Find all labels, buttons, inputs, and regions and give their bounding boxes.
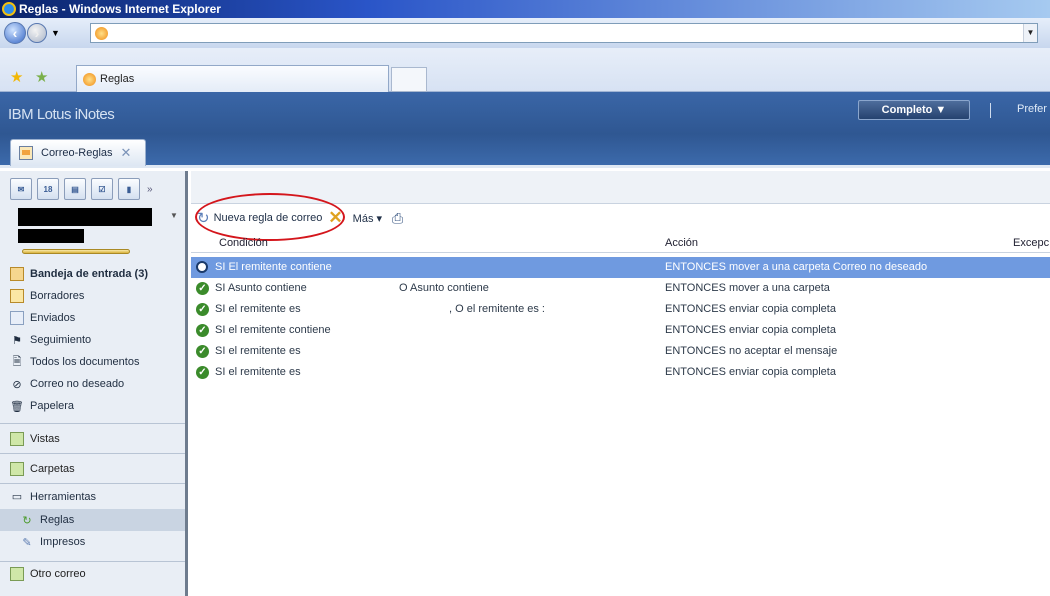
flag-icon: ⚑	[12, 334, 22, 347]
sidebar-item-followup[interactable]: ⚑ Seguimiento	[0, 329, 185, 351]
folders-icon	[10, 461, 24, 476]
window-titlebar: Reglas - Windows Internet Explorer	[0, 0, 1050, 18]
folder-list: Bandeja de entrada (3) Borradores Enviad…	[0, 263, 185, 585]
contacts-app-icon[interactable]: ▤	[64, 178, 86, 200]
sidebar-section-other-mail[interactable]: Otro correo	[0, 561, 185, 585]
sidebar-item-junk[interactable]: ⊘ Correo no deseado	[0, 373, 185, 395]
column-condition[interactable]: Condición	[219, 237, 268, 249]
header-divider	[990, 103, 991, 118]
column-exception[interactable]: Excepc	[1013, 237, 1049, 249]
recent-pages-dropdown-icon[interactable]: ▼	[51, 28, 60, 38]
mode-selector-button[interactable]: Completo ▼	[858, 100, 970, 120]
junk-icon: ⊘	[12, 378, 22, 391]
redacted-name	[18, 229, 84, 243]
delete-icon: ✕	[328, 208, 343, 227]
other-mail-icon	[10, 566, 24, 581]
address-bar: ‹ › ▼ ▼	[0, 18, 1050, 48]
url-input[interactable]: ▼	[90, 23, 1038, 43]
sidebar-item-rules[interactable]: ↻ Reglas	[0, 509, 185, 531]
page-favicon-icon	[95, 27, 108, 40]
close-icon[interactable]: ✕	[121, 145, 132, 161]
tools-icon: ▭	[11, 491, 23, 503]
stationery-icon: ✎	[22, 536, 32, 549]
rules-icon: ↻	[22, 514, 32, 527]
sidebar-section-views[interactable]: Vistas	[0, 423, 185, 453]
column-action[interactable]: Acción	[665, 237, 698, 249]
table-row[interactable]: ✓ SI el remitente contiene ENTONCES envi…	[191, 320, 1050, 341]
notebook-app-icon[interactable]: ▮	[118, 178, 140, 200]
sidebar-item-all-documents[interactable]: 🗎 Todos los documentos	[0, 351, 185, 373]
window-title: Reglas - Windows Internet Explorer	[19, 2, 221, 16]
more-actions-button[interactable]: Más ▾	[353, 212, 382, 225]
ie-logo-icon	[2, 2, 16, 16]
table-row[interactable]: ✓ SI Asunto contiene O Asunto contiene E…	[191, 278, 1050, 299]
sent-icon	[10, 311, 24, 325]
forward-button[interactable]: ›	[27, 23, 47, 43]
browser-tab[interactable]: Reglas	[76, 65, 389, 92]
sidebar-section-folders[interactable]: Carpetas	[0, 453, 185, 483]
sidebar-item-inbox[interactable]: Bandeja de entrada (3)	[0, 263, 185, 285]
todo-app-icon[interactable]: ☑	[91, 178, 113, 200]
add-favorites-icon[interactable]: ★	[35, 68, 48, 86]
enabled-check-icon[interactable]: ✓	[196, 366, 209, 379]
delete-rule-button[interactable]: ✕	[328, 208, 346, 228]
trash-icon: 🗑	[10, 400, 24, 413]
new-rule-button[interactable]: ↻ Nueva regla de correo	[197, 209, 322, 227]
sidebar-item-stationery[interactable]: ✎ Impresos	[0, 531, 185, 553]
drafts-icon	[10, 289, 24, 303]
sidebar-item-drafts[interactable]: Borradores	[0, 285, 185, 307]
more-apps-icon[interactable]: »	[147, 184, 153, 195]
tab-favicon-icon	[83, 72, 96, 86]
mail-app-icon[interactable]: ✉	[10, 178, 32, 200]
new-tab-button[interactable]	[391, 67, 427, 92]
table-row[interactable]: ✓ SI el remitente es ENTONCES no aceptar…	[191, 341, 1050, 362]
views-icon	[10, 431, 24, 446]
preferences-link[interactable]: Prefer	[1017, 103, 1047, 115]
app-tab-strip: Correo-Reglas ✕	[0, 134, 1050, 168]
back-button[interactable]: ‹	[4, 22, 26, 44]
url-dropdown-icon[interactable]: ▼	[1023, 24, 1037, 42]
table-row[interactable]: ✓ SI el remitente es , O el remitente es…	[191, 299, 1050, 320]
favorites-star-icon[interactable]: ★	[10, 68, 23, 86]
radio-selected-icon[interactable]	[196, 261, 208, 273]
calendar-app-icon[interactable]: 18	[37, 178, 59, 200]
enabled-check-icon[interactable]: ✓	[196, 282, 209, 295]
enabled-check-icon[interactable]: ✓	[196, 324, 209, 337]
mail-icon	[19, 146, 33, 160]
sidebar-section-tools[interactable]: ▭ Herramientas	[0, 483, 185, 509]
rules-table-header: Condición Acción Excepc	[191, 233, 1050, 253]
all-documents-icon: 🗎	[12, 355, 22, 368]
browser-tab-bar: ★ ★ Reglas	[0, 48, 1050, 92]
view-header	[191, 171, 1050, 204]
sidebar-item-trash[interactable]: 🗑 Papelera	[0, 395, 185, 417]
table-row[interactable]: SI El remitente contiene ENTONCES mover …	[191, 257, 1050, 278]
enabled-check-icon[interactable]: ✓	[196, 303, 209, 316]
app-header: IBM Lotus iNotes Completo ▼ Prefer	[0, 92, 1050, 134]
enabled-check-icon[interactable]: ✓	[196, 345, 209, 358]
inbox-icon	[10, 267, 24, 281]
tab-label: Correo-Reglas	[41, 147, 113, 159]
quota-bar	[22, 249, 130, 254]
brand-logo: IBM Lotus iNotes	[8, 106, 115, 123]
sidebar-item-sent[interactable]: Enviados	[0, 307, 185, 329]
rules-view: ↻ Nueva regla de correo ✕ Más ▾ ⎙ Condic…	[191, 171, 1050, 596]
new-rule-icon: ↻	[197, 210, 210, 227]
printer-icon: ⎙	[392, 209, 404, 226]
browser-tab-label: Reglas	[100, 73, 135, 85]
sidebar: ✉ 18 ▤ ☑ ▮ » ▼ Bandeja de entrada (3) Bo…	[0, 171, 188, 596]
table-row[interactable]: ✓ SI el remitente es ENTONCES enviar cop…	[191, 362, 1050, 383]
tab-correo-reglas[interactable]: Correo-Reglas ✕	[10, 139, 146, 166]
redacted-account	[18, 208, 152, 226]
app-switcher: ✉ 18 ▤ ☑ ▮ »	[10, 175, 185, 203]
rules-toolbar: ↻ Nueva regla de correo ✕ Más ▾ ⎙	[191, 205, 1050, 231]
account-dropdown-icon[interactable]: ▼	[170, 211, 178, 220]
print-button[interactable]: ⎙	[388, 210, 403, 227]
